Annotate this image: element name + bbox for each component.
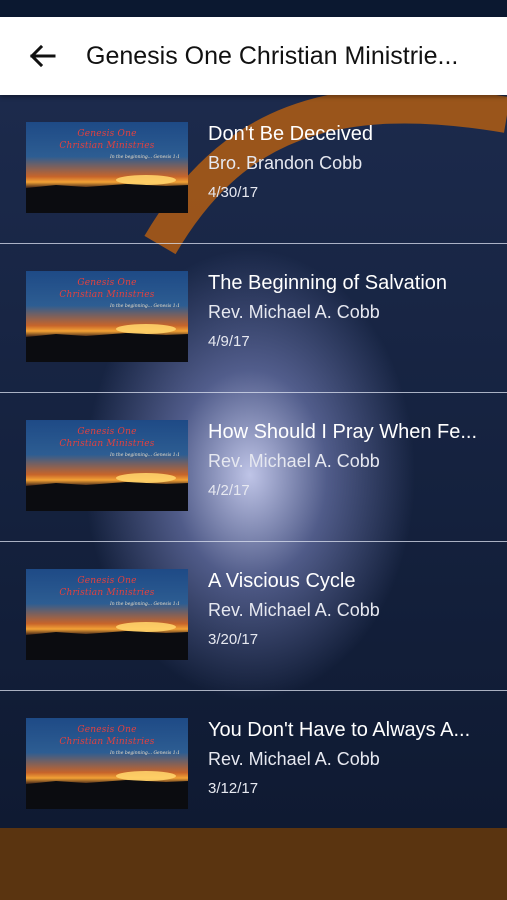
sermon-date: 4/9/17	[208, 333, 250, 350]
sermon-item[interactable]: Genesis One Christian Ministries In the …	[0, 542, 507, 691]
sermon-item[interactable]: Genesis One Christian Ministries In the …	[0, 393, 507, 542]
sermon-thumbnail: Genesis One Christian Ministries In the …	[26, 420, 188, 511]
sermon-thumbnail: Genesis One Christian Ministries In the …	[26, 718, 188, 809]
app-bar: Genesis One Christian Ministrie...	[0, 17, 507, 95]
sermon-speaker: Rev. Michael A. Cobb	[208, 600, 380, 620]
sermon-thumbnail: Genesis One Christian Ministries In the …	[26, 569, 188, 660]
sermon-list: Genesis One Christian Ministries In the …	[0, 95, 507, 828]
page-title: Genesis One Christian Ministrie...	[86, 41, 459, 70]
sermon-date: 3/20/17	[208, 631, 259, 648]
sermon-speaker: Rev. Michael A. Cobb	[208, 302, 380, 322]
sermon-item[interactable]: Genesis One Christian Ministries In the …	[0, 95, 507, 244]
sermon-speaker: Rev. Michael A. Cobb	[208, 749, 380, 769]
sermon-item[interactable]: Genesis One Christian Ministries In the …	[0, 691, 507, 828]
sermon-title: Don't Be Deceived	[208, 123, 374, 145]
sermon-item[interactable]: Genesis One Christian Ministries In the …	[0, 244, 507, 393]
arrow-left-icon	[29, 44, 56, 68]
sermon-date: 4/30/17	[208, 184, 259, 201]
sermon-thumbnail: Genesis One Christian Ministries In the …	[26, 271, 188, 362]
sermon-date: 3/12/17	[208, 780, 259, 797]
sermon-title: How Should I Pray When Fe...	[208, 421, 478, 443]
status-bar	[0, 0, 507, 17]
back-button[interactable]	[22, 36, 62, 76]
sermon-list-area[interactable]: Genesis One Christian Ministries In the …	[0, 95, 507, 828]
sermon-speaker: Rev. Michael A. Cobb	[208, 451, 380, 471]
sermon-title: You Don't Have to Always A...	[208, 719, 471, 741]
sermon-title: A Viscious Cycle	[208, 570, 356, 592]
sermon-speaker: Bro. Brandon Cobb	[208, 153, 363, 173]
sermon-title: The Beginning of Salvation	[208, 272, 448, 294]
sermon-date: 4/2/17	[208, 482, 250, 499]
bottom-bar	[0, 828, 507, 900]
sermon-thumbnail: Genesis One Christian Ministries In the …	[26, 122, 188, 213]
